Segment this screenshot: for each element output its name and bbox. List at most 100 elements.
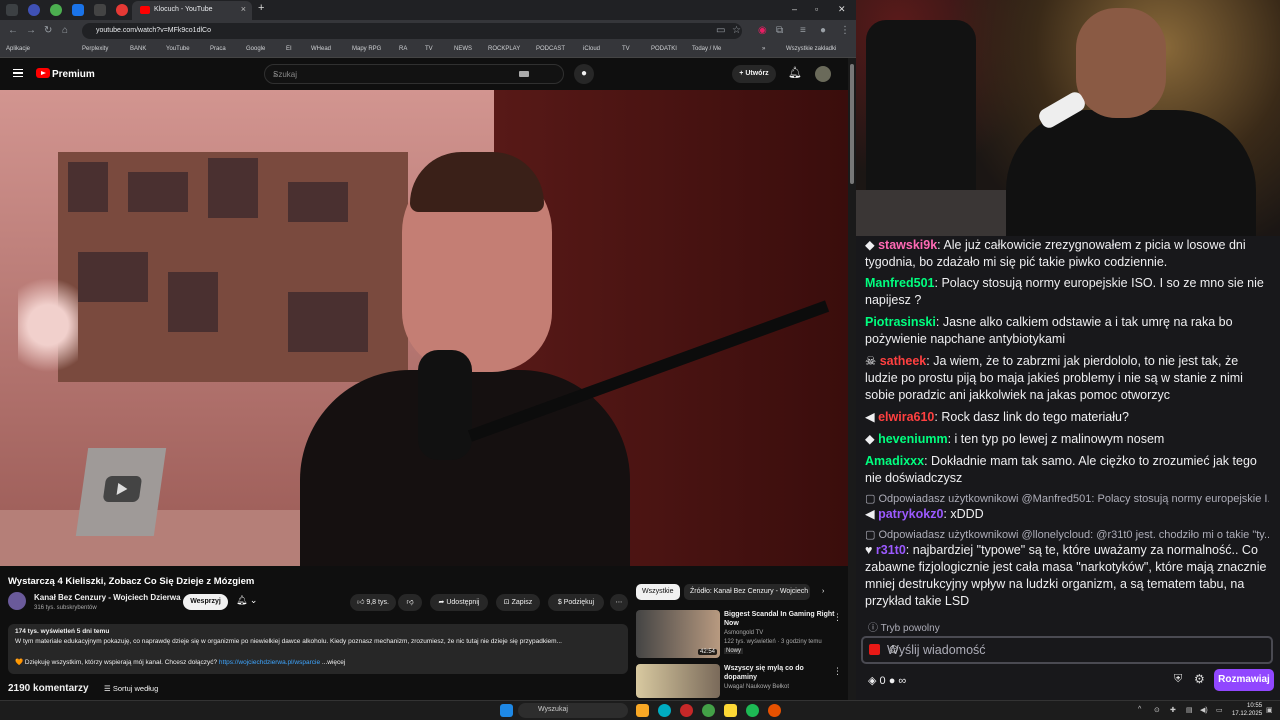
chat-username[interactable]: satheek (880, 354, 927, 368)
edge-icon[interactable] (658, 704, 671, 717)
chat-username[interactable]: stawski9k (878, 238, 937, 252)
tray-chevron-icon[interactable]: ^ (1138, 706, 1141, 713)
video-title[interactable]: Wszyscy się mylą co do dopaminy (724, 664, 836, 682)
bookmark-item[interactable]: NEWS (454, 46, 472, 52)
more-options-icon[interactable]: ⋮ (833, 666, 842, 677)
spotify-icon[interactable] (746, 704, 759, 717)
chat-username[interactable]: r31t0 (876, 543, 906, 557)
taskbar-clock[interactable]: 10:55 17.12.2025 (1232, 702, 1262, 718)
bookmark-item[interactable]: BANK (130, 46, 146, 52)
extensions-icon[interactable]: ⧉ (776, 25, 783, 36)
battery-icon[interactable]: ▭ (1216, 706, 1223, 714)
avatar[interactable] (815, 66, 831, 82)
more-bookmarks-icon[interactable]: » (762, 46, 765, 52)
bookmark-item[interactable]: iCloud (583, 46, 600, 52)
chevron-right-icon[interactable]: › (816, 584, 830, 600)
tray-icon[interactable]: ✚ (1170, 706, 1176, 714)
recommended-video[interactable]: 42:54 Biggest Scandal In Gaming Right No… (636, 610, 846, 660)
sort-comments-button[interactable]: ☰ Sortuj według (104, 684, 158, 693)
minimize-icon[interactable]: – (792, 4, 797, 14)
save-button[interactable]: ⊡ Zapisz (496, 594, 540, 611)
create-button[interactable]: + Utwórz (732, 65, 776, 83)
like-button[interactable]: 👍︎ 9,8 tys. (350, 594, 396, 611)
chip-all[interactable]: Wszystkie (636, 584, 680, 600)
pinned-tab-icon[interactable] (72, 4, 84, 16)
menu-icon[interactable] (13, 69, 23, 77)
file-explorer-icon[interactable] (636, 704, 649, 717)
channel-points[interactable]: ◈ 0 ● ∞ (868, 674, 906, 687)
extension-icon[interactable]: ≡ (800, 25, 806, 36)
bookmark-item[interactable]: Aplikacje (6, 46, 30, 52)
support-button[interactable]: Wesprzyj (183, 594, 228, 610)
support-link[interactable]: https://wojciechdzierwa.pl/wsparcie (219, 659, 320, 666)
gear-icon[interactable]: ⚙ (1194, 672, 1205, 686)
bookmark-star-icon[interactable]: ☆ (732, 25, 741, 36)
video-title[interactable]: Biggest Scandal In Gaming Right Now (724, 610, 836, 628)
pinned-tab-icon[interactable] (116, 4, 128, 16)
notifications-bell-icon[interactable]: 🔔︎ (788, 66, 802, 79)
home-icon[interactable]: ⌂ (62, 25, 68, 36)
bookmark-item[interactable]: EI (286, 46, 292, 52)
extension-icon[interactable]: ◉ (758, 25, 767, 36)
channel-name[interactable]: Asmongold TV (724, 630, 763, 636)
cast-icon[interactable]: ▭ (716, 25, 725, 36)
tray-icon[interactable]: ⊙ (1154, 706, 1160, 714)
microphone-icon[interactable]: ● (574, 64, 594, 84)
shield-icon[interactable]: ⛨ (1174, 673, 1182, 686)
keyboard-icon[interactable] (519, 71, 529, 77)
chat-username[interactable]: Amadixxx (865, 454, 924, 468)
close-tab-icon[interactable]: × (241, 4, 246, 14)
bookmark-item[interactable]: ROCKPLAY (488, 46, 520, 52)
chat-send-button[interactable]: Rozmawiaj (1214, 669, 1274, 691)
bookmark-item[interactable]: PODCAST (536, 46, 565, 52)
bookmark-item[interactable]: RA (399, 46, 407, 52)
channel-avatar[interactable] (8, 592, 26, 610)
search-icon[interactable]: ⌕ (273, 70, 277, 80)
chat-username[interactable]: patrykokz0 (878, 507, 943, 521)
back-icon[interactable]: ← (8, 25, 18, 36)
page-scrollbar[interactable] (848, 58, 856, 700)
more-options-icon[interactable]: ⋮ (833, 612, 842, 623)
reload-icon[interactable]: ↻ (44, 25, 52, 36)
bookmark-item[interactable]: WHead (311, 46, 331, 52)
bookmark-item[interactable]: Today / Me (692, 46, 721, 52)
dislike-button[interactable]: 👎︎ (398, 594, 422, 611)
recommended-video[interactable]: Wszyscy się mylą co do dopaminy Uwaga! N… (636, 664, 846, 700)
video-thumbnail[interactable]: 42:54 (636, 610, 720, 658)
chip-source[interactable]: Źródło: Kanał Bez Cenzury - Wojciech (684, 584, 810, 600)
bookmark-item[interactable]: YouTube (166, 46, 190, 52)
thanks-button[interactable]: $ Podziękuj (548, 594, 604, 611)
youtube-logo-icon[interactable] (36, 68, 50, 78)
chat-username[interactable]: heveniumm (878, 432, 947, 446)
subscribed-bell-icon[interactable]: 🔔︎ ⌄ (236, 595, 257, 606)
show-more[interactable]: ...więcej (322, 659, 345, 666)
volume-icon[interactable]: ◀) (1200, 706, 1208, 714)
channel-name[interactable]: Uwaga! Naukowy Bełkot (724, 684, 789, 690)
tab-menu-icon[interactable] (6, 4, 18, 16)
chat-username[interactable]: elwira610 (878, 410, 934, 424)
share-button[interactable]: ➦ Udostępnij (430, 594, 488, 611)
notes-icon[interactable] (724, 704, 737, 717)
bookmark-item[interactable]: TV (425, 46, 433, 52)
bookmark-item[interactable]: Google (246, 46, 265, 52)
chat-username[interactable]: Manfred501 (865, 276, 934, 290)
bookmark-item[interactable]: Praca (210, 46, 226, 52)
windows-start-icon[interactable] (500, 704, 513, 717)
forward-icon[interactable]: → (26, 25, 36, 36)
pinned-tab-icon[interactable] (94, 4, 106, 16)
bookmark-item[interactable]: Perplexity (82, 46, 108, 52)
more-actions-icon[interactable]: ⋯ (610, 594, 628, 611)
bookmark-item[interactable]: PODATKI (651, 46, 677, 52)
network-icon[interactable]: ▤ (1186, 706, 1193, 714)
opera-icon[interactable] (680, 704, 693, 717)
record-icon[interactable] (869, 644, 880, 655)
chrome-icon[interactable] (702, 704, 715, 717)
chat-input[interactable]: Wyślij wiadomość ☺ (861, 636, 1273, 664)
menu-dots-icon[interactable]: ⋮ (840, 25, 850, 36)
notification-icon[interactable]: ▣ (1266, 706, 1273, 714)
chat-username[interactable]: Piotrasinski (865, 315, 936, 329)
app-icon[interactable] (768, 704, 781, 717)
profile-icon[interactable] (28, 4, 40, 16)
profile-avatar-icon[interactable]: ● (820, 25, 826, 36)
active-tab[interactable]: Klocuch - YouTube × (132, 1, 252, 20)
